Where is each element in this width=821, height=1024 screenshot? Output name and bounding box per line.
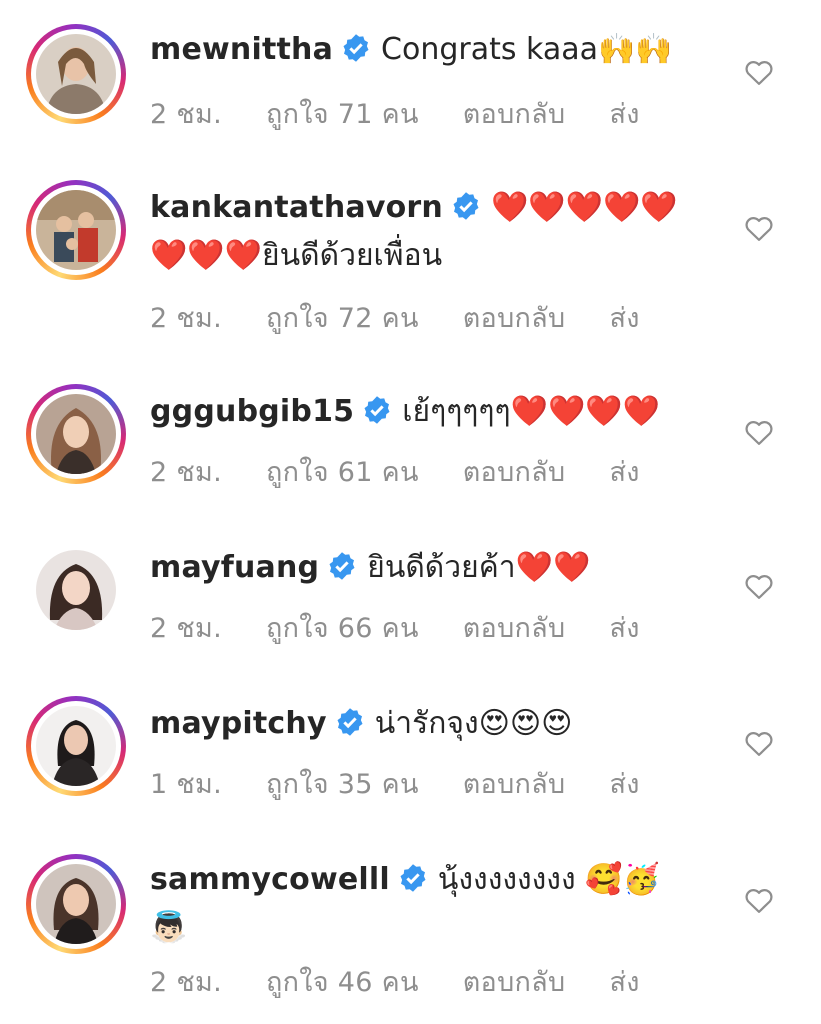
- comment-username[interactable]: sammycowelll: [150, 862, 390, 897]
- reply-button[interactable]: ตอบกลับ: [463, 967, 566, 998]
- comment-likes[interactable]: ถูกใจ 61 คน: [266, 457, 419, 488]
- reply-button[interactable]: ตอบกลับ: [463, 769, 566, 800]
- verified-badge-icon: [341, 33, 371, 63]
- heart-outline-icon[interactable]: [744, 214, 774, 242]
- send-button[interactable]: ส่ง: [609, 967, 639, 998]
- comment-likes[interactable]: ถูกใจ 66 คน: [266, 613, 419, 644]
- heart-outline-icon[interactable]: [744, 572, 774, 600]
- comment-text-continued: 👼🏻: [150, 910, 188, 945]
- comment-meta: 2 ชม. ถูกใจ 66 คน ตอบกลับ ส่ง: [150, 606, 684, 649]
- send-button[interactable]: ส่ง: [609, 769, 639, 800]
- comment-time: 2 ชม.: [150, 613, 222, 644]
- comment-text: นุ้งงงงงงงง 🥰🥳: [437, 862, 660, 897]
- verified-badge-icon: [398, 863, 428, 893]
- avatar[interactable]: [26, 384, 126, 484]
- comment-meta: 2 ชม. ถูกใจ 71 คน ตอบกลับ ส่ง: [150, 92, 684, 135]
- comment-username[interactable]: mewnittha: [150, 32, 333, 67]
- comment-username[interactable]: gggubgib15: [150, 394, 354, 429]
- comment-meta: 1 ชม. ถูกใจ 35 คน ตอบกลับ ส่ง: [150, 762, 684, 805]
- avatar[interactable]: [26, 180, 126, 280]
- comment-likes[interactable]: ถูกใจ 72 คน: [266, 303, 419, 334]
- comment-username[interactable]: kankantathavorn: [150, 190, 443, 225]
- comment-text: น่ารักจุง😍😍😍: [374, 706, 573, 741]
- verified-badge-icon: [335, 707, 365, 737]
- send-button[interactable]: ส่ง: [609, 613, 639, 644]
- send-button[interactable]: ส่ง: [609, 99, 639, 130]
- comment-text-continued: ❤️❤️❤️ยินดีด้วยเพื่อน: [150, 238, 443, 273]
- comment-meta: 2 ชม. ถูกใจ 72 คน ตอบกลับ ส่ง: [150, 296, 684, 339]
- heart-outline-icon[interactable]: [744, 729, 774, 757]
- comment-username[interactable]: maypitchy: [150, 706, 327, 741]
- comment-meta: 2 ชม. ถูกใจ 61 คน ตอบกลับ ส่ง: [150, 450, 684, 493]
- heart-outline-icon[interactable]: [744, 886, 774, 914]
- comment-time: 2 ชม.: [150, 967, 222, 998]
- comment-text: เย้ๆๆๆๆๆ❤️❤️❤️❤️: [402, 394, 661, 429]
- reply-button[interactable]: ตอบกลับ: [463, 457, 566, 488]
- send-button[interactable]: ส่ง: [609, 457, 639, 488]
- comment-likes[interactable]: ถูกใจ 71 คน: [266, 99, 419, 130]
- comment-likes[interactable]: ถูกใจ 35 คน: [266, 769, 419, 800]
- comment-text: ❤️❤️❤️❤️❤️: [490, 190, 678, 225]
- verified-badge-icon: [362, 395, 392, 425]
- send-button[interactable]: ส่ง: [609, 303, 639, 334]
- comment-time: 2 ชม.: [150, 99, 222, 130]
- verified-badge-icon: [327, 551, 357, 581]
- comment-username[interactable]: mayfuang: [150, 550, 319, 585]
- avatar[interactable]: [26, 696, 126, 796]
- avatar[interactable]: [26, 854, 126, 954]
- reply-button[interactable]: ตอบกลับ: [463, 99, 566, 130]
- reply-button[interactable]: ตอบกลับ: [463, 303, 566, 334]
- heart-outline-icon[interactable]: [744, 58, 774, 86]
- comment-time: 2 ชม.: [150, 303, 222, 334]
- comment-meta: 2 ชม. ถูกใจ 46 คน ตอบกลับ ส่ง: [150, 960, 684, 1003]
- heart-outline-icon[interactable]: [744, 418, 774, 446]
- comment-likes[interactable]: ถูกใจ 46 คน: [266, 967, 419, 998]
- comment-time: 1 ชม.: [150, 769, 222, 800]
- comment-text: Congrats kaaa🙌🙌: [381, 32, 673, 67]
- avatar[interactable]: [26, 540, 126, 640]
- comment-text: ยินดีด้วยค้า❤️❤️: [367, 550, 591, 585]
- comment-time: 2 ชม.: [150, 457, 222, 488]
- reply-button[interactable]: ตอบกลับ: [463, 613, 566, 644]
- verified-badge-icon: [451, 191, 481, 221]
- avatar[interactable]: [26, 24, 126, 124]
